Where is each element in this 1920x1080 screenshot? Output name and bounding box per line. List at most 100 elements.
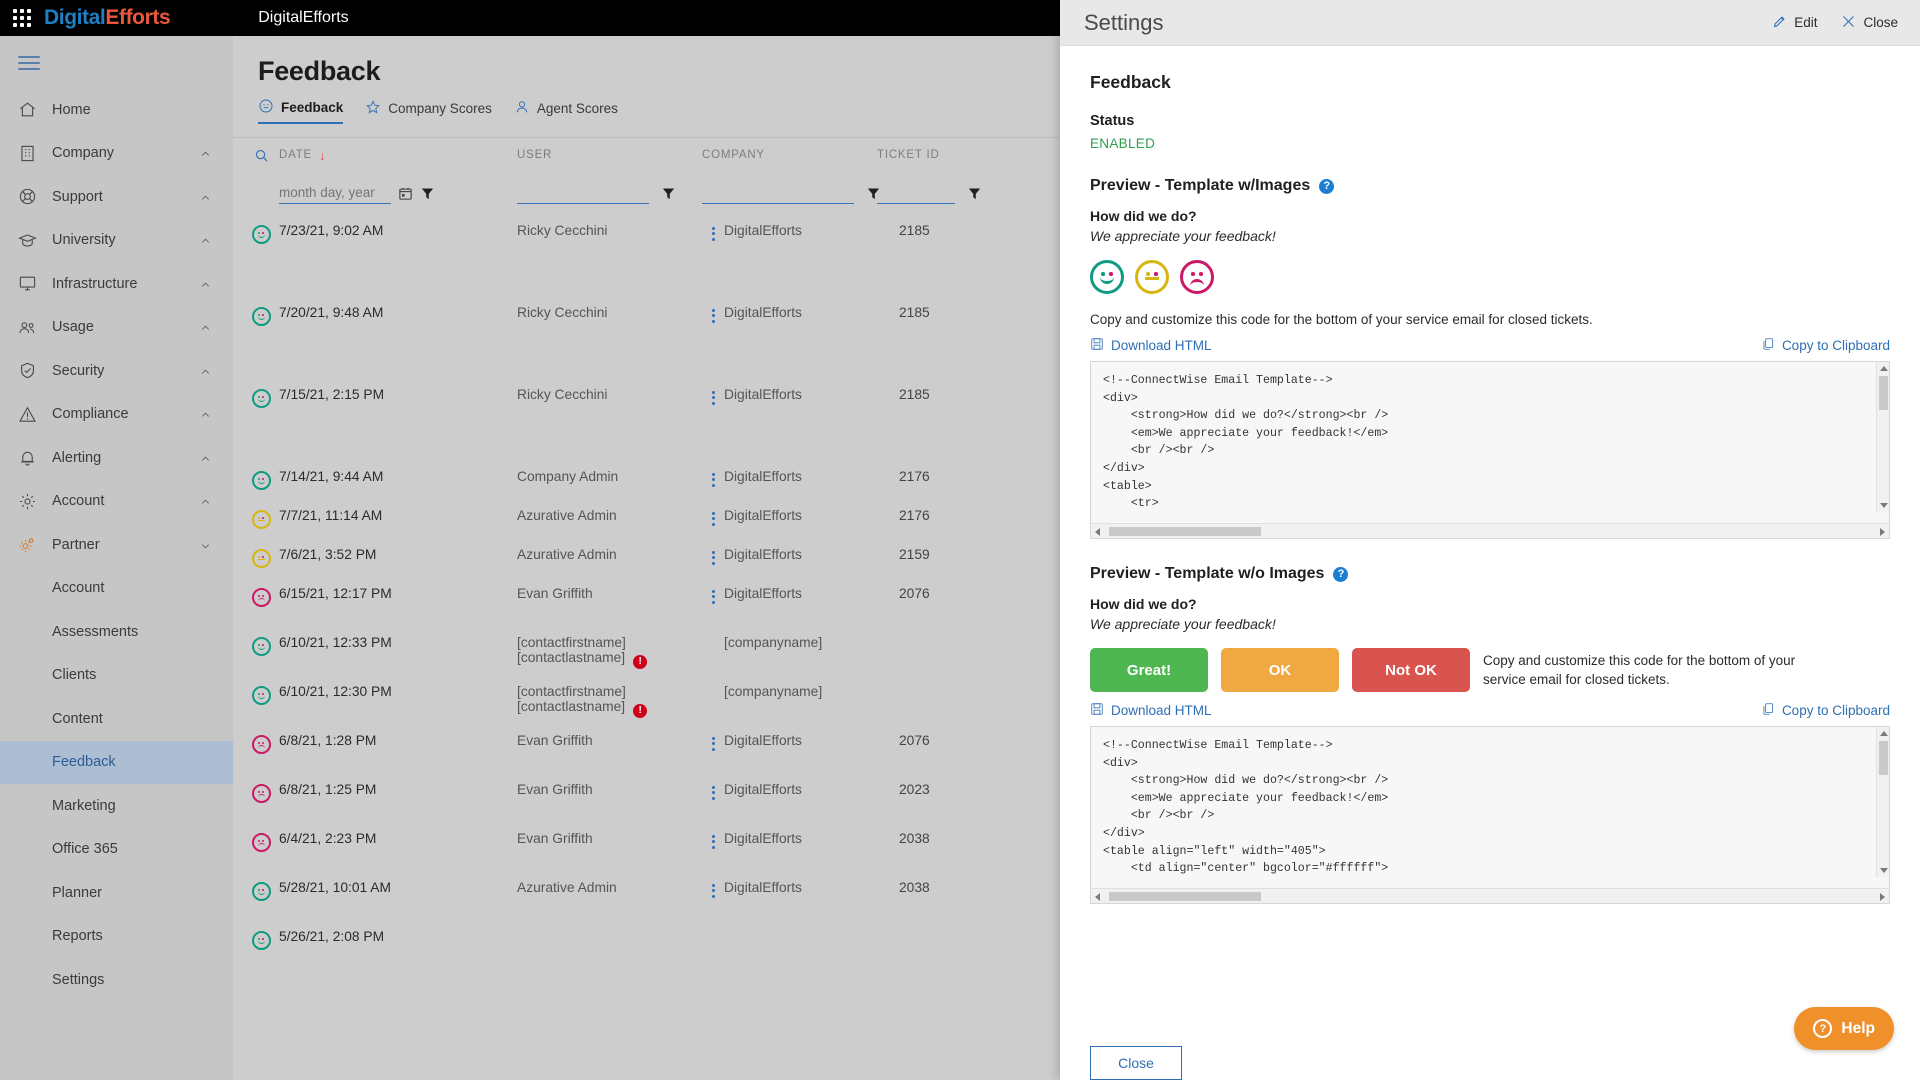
funnel-icon-date[interactable] [420,186,435,201]
vertical-scroll-thumb[interactable] [1879,741,1888,775]
code-block-with-images[interactable]: <!--ConnectWise Email Template--> <div> … [1090,361,1890,539]
horizontal-scroll-thumb[interactable] [1109,892,1261,901]
copy-to-clipboard-button-with-images[interactable]: Copy to Clipboard [1761,337,1890,354]
sidebar-item-office-365[interactable]: Office 365 [0,828,233,872]
row-menu-button[interactable] [702,223,724,241]
sidebar-item-home[interactable]: Home [0,88,233,132]
funnel-icon-user[interactable] [661,186,676,201]
scroll-down-icon[interactable] [1880,868,1888,873]
download-html-button-with-images[interactable]: Download HTML [1090,337,1212,354]
footer-close-button[interactable]: Close [1090,1046,1182,1080]
table-row[interactable]: 7/20/21, 9:48 AM Ricky Cecchini DigitalEff… [233,296,1060,378]
warning-icon[interactable]: ! [633,654,648,669]
close-flyout-button[interactable]: Close [1841,14,1898,32]
column-header-company[interactable]: COMPANY [702,149,877,161]
table-row[interactable]: 7/14/21, 9:44 AM Company Admin DigitalEffo… [233,460,1060,499]
tab-company-scores[interactable]: Company Scores [365,99,492,123]
sidebar-item-marketing[interactable]: Marketing [0,784,233,828]
row-menu-button[interactable] [702,547,724,565]
not-ok-button[interactable]: Not OK [1352,648,1470,692]
vertical-scroll-thumb[interactable] [1879,376,1888,410]
sidebar-item-assessments[interactable]: Assessments [0,610,233,654]
row-menu-button[interactable] [702,880,724,898]
row-menu-button[interactable] [702,469,724,487]
chevron-up-icon[interactable] [200,409,211,420]
sidebar-item-planner[interactable]: Planner [0,871,233,915]
chevron-up-icon[interactable] [200,452,211,463]
scroll-up-icon[interactable] [1880,731,1888,736]
table-row[interactable]: 6/4/21, 2:23 PM Evan Griffith DigitalEffor… [233,822,1060,871]
scroll-right-icon[interactable] [1880,528,1885,536]
chevron-up-icon[interactable] [200,278,211,289]
sidebar-item-reports[interactable]: Reports [0,915,233,959]
row-menu-button[interactable] [702,387,724,405]
sidebar-item-settings[interactable]: Settings [0,958,233,1002]
table-row[interactable]: 6/15/21, 12:17 PM Evan Griffith DigitalEff… [233,577,1060,626]
row-menu-button[interactable] [702,733,724,751]
code-block-without-images[interactable]: <!--ConnectWise Email Template--> <div> … [1090,726,1890,904]
chevron-up-icon[interactable] [200,322,211,333]
sidebar-item-account[interactable]: Account [0,567,233,611]
sidebar-item-security[interactable]: Security [0,349,233,393]
sidebar-item-content[interactable]: Content [0,697,233,741]
help-circle-icon-without-images[interactable]: ? [1333,566,1349,582]
sidebar-item-usage[interactable]: Usage [0,306,233,350]
happy-face-icon[interactable] [1090,260,1124,294]
column-header-ticket-id[interactable]: TICKET ID [877,149,987,161]
hamburger-icon[interactable] [0,36,233,88]
chevron-up-icon[interactable] [200,148,211,159]
scroll-left-icon[interactable] [1095,893,1100,901]
column-header-date[interactable]: DATE ↓ [279,148,517,163]
warning-icon[interactable]: ! [633,703,648,718]
ok-button[interactable]: OK [1221,648,1339,692]
table-row[interactable]: 7/6/21, 3:52 PM Azurative Admin DigitalEff… [233,538,1060,577]
horizontal-scroll-thumb[interactable] [1109,527,1261,536]
row-menu-button[interactable] [702,508,724,526]
chevron-up-icon[interactable] [200,235,211,246]
table-row[interactable]: 7/23/21, 9:02 AM Ricky Cecchini DigitalEff… [233,214,1060,296]
edit-button[interactable]: Edit [1772,14,1817,32]
row-menu-button[interactable] [702,305,724,323]
calendar-icon[interactable] [398,186,413,201]
table-row[interactable]: 6/10/21, 12:33 PM [contactfirstname] [cont… [233,626,1060,675]
tab-feedback[interactable]: Feedback [258,98,344,124]
sidebar-item-company[interactable]: Company [0,132,233,176]
chevron-up-icon[interactable] [200,365,211,376]
scroll-up-icon[interactable] [1880,366,1888,371]
sidebar-item-feedback[interactable]: Feedback [0,740,233,784]
code-vertical-scrollbar-with-images[interactable] [1876,362,1889,512]
help-circle-icon-with-images[interactable]: ? [1319,178,1335,194]
company-filter-input[interactable] [702,182,854,204]
chevron-down-icon[interactable] [200,539,211,550]
code-vertical-scrollbar-without-images[interactable] [1876,727,1889,877]
tab-agent-scores[interactable]: Agent Scores [514,99,618,123]
sidebar-item-alerting[interactable]: Alerting [0,436,233,480]
app-grid-icon[interactable] [0,9,44,27]
table-row[interactable]: 7/7/21, 11:14 AM Azurative Admin DigitalEf… [233,499,1060,538]
sidebar-item-compliance[interactable]: Compliance [0,393,233,437]
help-widget[interactable]: ? Help [1794,1007,1894,1050]
sidebar-item-university[interactable]: University [0,219,233,263]
sidebar-item-support[interactable]: Support [0,175,233,219]
row-menu-button[interactable] [702,586,724,604]
date-filter-input[interactable] [279,182,391,204]
funnel-icon-ticket[interactable] [967,186,982,201]
chevron-up-icon[interactable] [200,496,211,507]
great-button[interactable]: Great! [1090,648,1208,692]
copy-to-clipboard-button-without-images[interactable]: Copy to Clipboard [1761,702,1890,719]
brand-logo[interactable]: DigitalEfforts [44,6,171,30]
code-horizontal-scrollbar-without-images[interactable] [1091,888,1889,903]
scroll-right-icon[interactable] [1880,893,1885,901]
scroll-left-icon[interactable] [1095,528,1100,536]
scroll-down-icon[interactable] [1880,503,1888,508]
code-horizontal-scrollbar-with-images[interactable] [1091,523,1889,538]
table-row[interactable]: 6/10/21, 12:30 PM [contactfirstname] [cont… [233,675,1060,724]
chevron-up-icon[interactable] [200,191,211,202]
download-html-button-without-images[interactable]: Download HTML [1090,702,1212,719]
sad-face-icon[interactable] [1180,260,1214,294]
row-menu-button[interactable] [702,831,724,849]
table-row[interactable]: 5/28/21, 10:01 AM Azurative Admin DigitalE… [233,871,1060,920]
sidebar-item-account[interactable]: Account [0,480,233,524]
sidebar-item-infrastructure[interactable]: Infrastructure [0,262,233,306]
neutral-face-icon[interactable] [1135,260,1169,294]
